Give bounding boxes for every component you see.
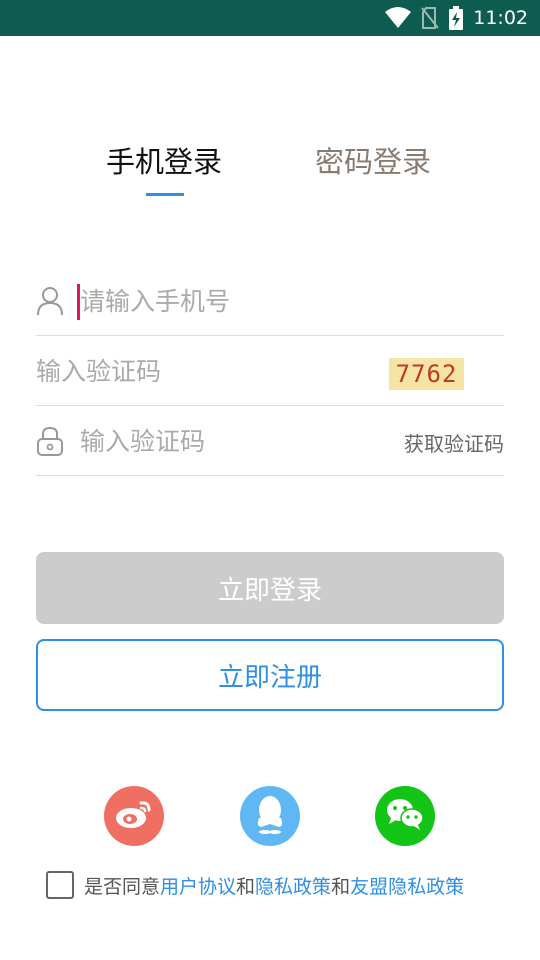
phone-input[interactable] <box>80 266 500 336</box>
status-bar: 11:02 <box>0 0 540 36</box>
tab-phone-login[interactable]: 手机登录 <box>106 140 222 184</box>
wechat-login-button[interactable] <box>375 786 435 846</box>
text-cursor <box>77 284 80 320</box>
tab-password-login[interactable]: 密码登录 <box>315 140 431 184</box>
privacy-policy-link[interactable]: 隐私政策 <box>255 872 331 899</box>
no-sim-icon <box>421 7 440 29</box>
wifi-icon <box>385 7 412 29</box>
user-icon <box>36 286 64 316</box>
login-button[interactable]: 立即登录 <box>36 552 504 624</box>
weibo-login-button[interactable] <box>104 786 164 846</box>
phone-row <box>36 266 504 336</box>
qq-login-button[interactable] <box>240 786 300 846</box>
get-code-button[interactable]: 获取验证码 <box>404 406 504 476</box>
weibo-icon <box>114 797 154 835</box>
sms-code-row: 获取验证码 <box>36 406 504 476</box>
active-tab-indicator <box>146 193 184 196</box>
captcha-image[interactable]: 7762 <box>389 358 464 390</box>
lock-icon <box>36 426 64 456</box>
agreement-prefix: 是否同意 <box>84 875 161 898</box>
agreement-row: 是否同意 用户协议 和 隐私政策 和 友盟隐私政策 <box>46 870 464 900</box>
status-time: 11:02 <box>473 7 528 29</box>
agreement-checkbox[interactable] <box>46 871 74 899</box>
captcha-input[interactable] <box>36 336 376 406</box>
agreement-and-2: 和 <box>331 875 351 898</box>
login-tabs: 手机登录 密码登录 <box>0 140 540 200</box>
umeng-privacy-link[interactable]: 友盟隐私政策 <box>350 872 464 899</box>
sms-code-input[interactable] <box>80 406 380 476</box>
register-button[interactable]: 立即注册 <box>36 639 504 711</box>
battery-charging-icon <box>449 6 464 30</box>
status-icons: 11:02 <box>385 0 528 36</box>
qq-icon <box>253 794 287 838</box>
wechat-icon <box>385 797 425 835</box>
captcha-row: 7762 <box>36 336 504 406</box>
agreement-and-1: 和 <box>236 875 256 898</box>
user-agreement-link[interactable]: 用户协议 <box>160 872 236 899</box>
